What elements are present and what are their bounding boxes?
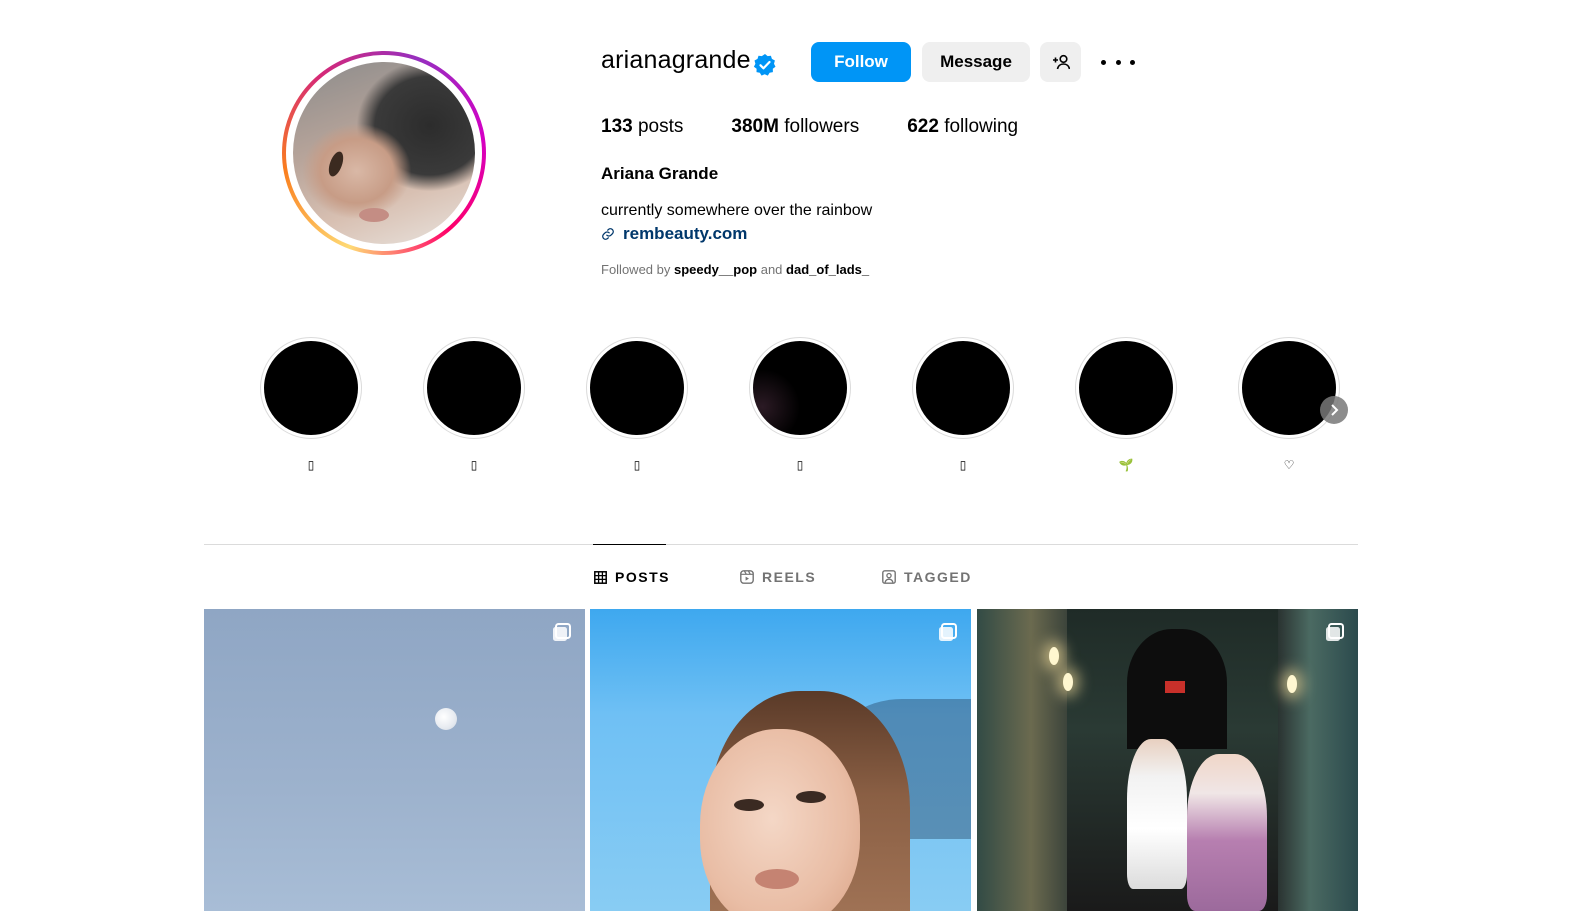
profile-external-link[interactable]: rembeauty.com	[601, 224, 747, 244]
highlight-label: ▯	[959, 458, 967, 472]
reels-icon	[740, 570, 754, 584]
post-image-detail	[1278, 609, 1358, 911]
avatar-detail	[359, 208, 389, 222]
highlight-cover	[912, 337, 1014, 439]
avatar-detail	[325, 149, 347, 179]
post-image-detail	[755, 869, 799, 889]
following-count: 622	[907, 116, 939, 137]
active-tab-indicator	[593, 544, 666, 545]
highlight-label: ▯	[470, 458, 478, 472]
post-image-detail	[1187, 754, 1267, 911]
post-image-detail	[435, 708, 457, 730]
followed-by-user-2[interactable]: dad_of_lads_	[786, 262, 869, 277]
highlight-cover	[586, 337, 688, 439]
post-thumbnail[interactable]	[204, 609, 585, 911]
message-button[interactable]: Message	[922, 42, 1030, 82]
profile-username: arianagrande	[601, 46, 751, 74]
highlight-cover	[1238, 337, 1340, 439]
highlight-label: ▯	[307, 458, 315, 472]
profile-full-name: Ariana Grande	[601, 164, 719, 183]
following-label: following	[944, 116, 1019, 137]
posts-label: posts	[637, 116, 684, 137]
story-highlight[interactable]: ▯	[259, 337, 363, 473]
followers-count: 380M	[731, 116, 779, 137]
following-stat-link[interactable]: 622 following	[907, 116, 1018, 138]
profile-avatar[interactable]	[293, 62, 475, 244]
highlight-cover	[423, 337, 525, 439]
tab-reels[interactable]: REELS	[740, 569, 816, 585]
highlight-image	[264, 341, 358, 435]
story-highlight[interactable]: ▯	[911, 337, 1015, 473]
suggested-users-button[interactable]	[1040, 42, 1081, 82]
highlight-label: 🌱	[1118, 458, 1134, 472]
highlight-image	[1242, 341, 1336, 435]
link-icon	[602, 228, 614, 240]
follow-button[interactable]: Follow	[811, 42, 911, 82]
more-options-icon	[1101, 59, 1106, 65]
post-thumbnail[interactable]	[977, 609, 1358, 911]
followed-by-conjunction: and	[760, 262, 783, 277]
tab-reels-label: REELS	[762, 569, 817, 585]
highlight-image	[1079, 341, 1173, 435]
highlight-image	[590, 341, 684, 435]
carousel-icon	[1326, 623, 1344, 641]
post-image-detail	[796, 791, 826, 803]
tab-tagged[interactable]: TAGGED	[882, 569, 972, 585]
highlight-cover	[260, 337, 362, 439]
highlight-label: ▯	[796, 458, 804, 472]
post-image-detail	[1165, 681, 1185, 693]
highlight-image	[916, 341, 1010, 435]
profile-stats: 133 posts 380M followers 622 following	[601, 116, 1066, 138]
post-image-detail	[734, 799, 764, 811]
post-image-detail	[1049, 647, 1059, 665]
carousel-icon	[553, 623, 571, 641]
highlight-cover	[749, 337, 851, 439]
story-highlight[interactable]: ▯	[748, 337, 852, 473]
more-options-icon	[1130, 59, 1135, 65]
highlight-image	[427, 341, 521, 435]
followed-by-prefix: Followed by	[601, 262, 671, 277]
grid-icon	[594, 570, 607, 584]
more-options-button[interactable]	[1101, 52, 1135, 72]
highlight-label: ▯	[633, 458, 641, 472]
tabs-divider	[204, 544, 1358, 545]
carousel-icon	[939, 623, 957, 641]
posts-count-stat: 133 posts	[601, 116, 683, 138]
highlight-image	[753, 341, 847, 435]
profile-link-text: rembeauty.com	[623, 224, 748, 243]
more-options-icon	[1115, 59, 1121, 65]
story-highlight[interactable]: ▯	[422, 337, 526, 473]
tab-posts-label: POSTS	[615, 569, 670, 585]
tagged-icon	[882, 570, 896, 584]
post-image-detail	[1063, 673, 1073, 691]
post-image-detail	[700, 729, 860, 911]
add-user-icon	[1052, 54, 1070, 70]
post-image-detail	[1127, 739, 1187, 889]
story-highlight[interactable]: 🌱	[1074, 337, 1178, 473]
highlight-cover	[1075, 337, 1177, 439]
followers-stat-link[interactable]: 380M followers	[731, 116, 859, 138]
posts-count: 133	[601, 116, 633, 137]
tab-tagged-label: TAGGED	[904, 569, 972, 585]
post-thumbnail[interactable]	[590, 609, 971, 911]
verified-badge-icon	[753, 54, 776, 76]
story-highlight[interactable]: ▯	[585, 337, 689, 473]
profile-bio: currently somewhere over the rainbow	[601, 202, 873, 219]
profile-avatar-story-ring[interactable]	[282, 51, 486, 255]
post-image-detail	[1287, 675, 1297, 693]
chevron-right-icon	[1331, 404, 1339, 416]
followed-by-user-1[interactable]: speedy__pop	[674, 262, 757, 277]
highlight-label: ♡	[1283, 458, 1295, 472]
highlights-next-button[interactable]	[1320, 396, 1348, 424]
followers-label: followers	[784, 116, 860, 137]
followed-by-text[interactable]: Followed by speedy__pop and dad_of_lads_	[601, 262, 869, 277]
tab-posts[interactable]: POSTS	[594, 569, 670, 585]
